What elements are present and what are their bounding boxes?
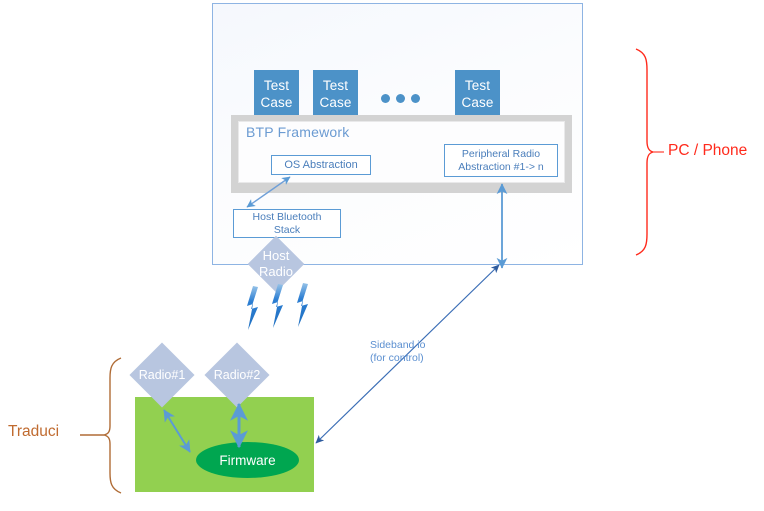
- host-radio-label-line2: Radio: [259, 264, 293, 279]
- host-radio-label: Host Radio: [256, 244, 296, 284]
- test-case-box-3[interactable]: Test Case: [455, 70, 500, 117]
- test-case-label-line1: Test: [263, 77, 290, 93]
- diagram-canvas: Test Case Test Case Test Case BTP Framew…: [0, 0, 764, 511]
- traduci-label: Traduci: [8, 423, 60, 440]
- lightning-bolt-icon: [247, 286, 258, 330]
- test-case-box-1[interactable]: Test Case: [254, 70, 299, 117]
- host-radio-label-line1: Host: [262, 248, 290, 263]
- radio2-diamond[interactable]: Radio#2: [204, 342, 270, 408]
- os-abstraction-box[interactable]: OS Abstraction: [271, 155, 371, 175]
- dot-icon: [411, 93, 420, 103]
- pc-phone-brace: [635, 48, 664, 256]
- host-bluetooth-stack-box[interactable]: Host Bluetooth Stack: [233, 209, 341, 238]
- firmware-ellipse[interactable]: Firmware: [196, 442, 299, 478]
- sideband-io-label: Sideband io (for control): [370, 339, 425, 365]
- sideband-io-label-line1: Sideband io: [370, 339, 426, 351]
- pc-phone-label: PC / Phone: [668, 142, 748, 159]
- ellipsis-dots-icon: [381, 92, 425, 104]
- test-case-label-line2: Case: [260, 94, 293, 110]
- peripheral-radio-abstraction-box[interactable]: Peripheral Radio Abstraction #1-> n: [444, 144, 558, 177]
- radio1-label: Radio#1: [138, 368, 186, 382]
- radio1-diamond[interactable]: Radio#1: [129, 342, 195, 408]
- host-bt-stack-label-line2: Stack: [273, 223, 301, 236]
- sideband-io-label-line2: (for control): [370, 352, 424, 364]
- host-radio-diamond[interactable]: Host Radio: [247, 235, 305, 293]
- test-case-label-line2: Case: [461, 94, 494, 110]
- traduci-brace: [80, 357, 122, 494]
- test-case-label-line1: Test: [464, 77, 491, 93]
- firmware-label: Firmware: [219, 452, 276, 468]
- test-case-box-2[interactable]: Test Case: [313, 70, 358, 117]
- peripheral-radio-label-line2: Abstraction #1-> n: [458, 160, 544, 173]
- host-bt-stack-label-line1: Host Bluetooth: [252, 210, 322, 223]
- dot-icon: [396, 93, 405, 103]
- btp-framework-title: BTP Framework: [246, 124, 350, 140]
- os-abstraction-label: OS Abstraction: [284, 158, 358, 171]
- peripheral-radio-label-line1: Peripheral Radio: [461, 147, 541, 160]
- test-case-label-line2: Case: [319, 94, 352, 110]
- dot-icon: [381, 93, 390, 103]
- radio2-label: Radio#2: [213, 368, 261, 382]
- test-case-label-line1: Test: [322, 77, 349, 93]
- lightning-bolt-icon: [297, 283, 308, 327]
